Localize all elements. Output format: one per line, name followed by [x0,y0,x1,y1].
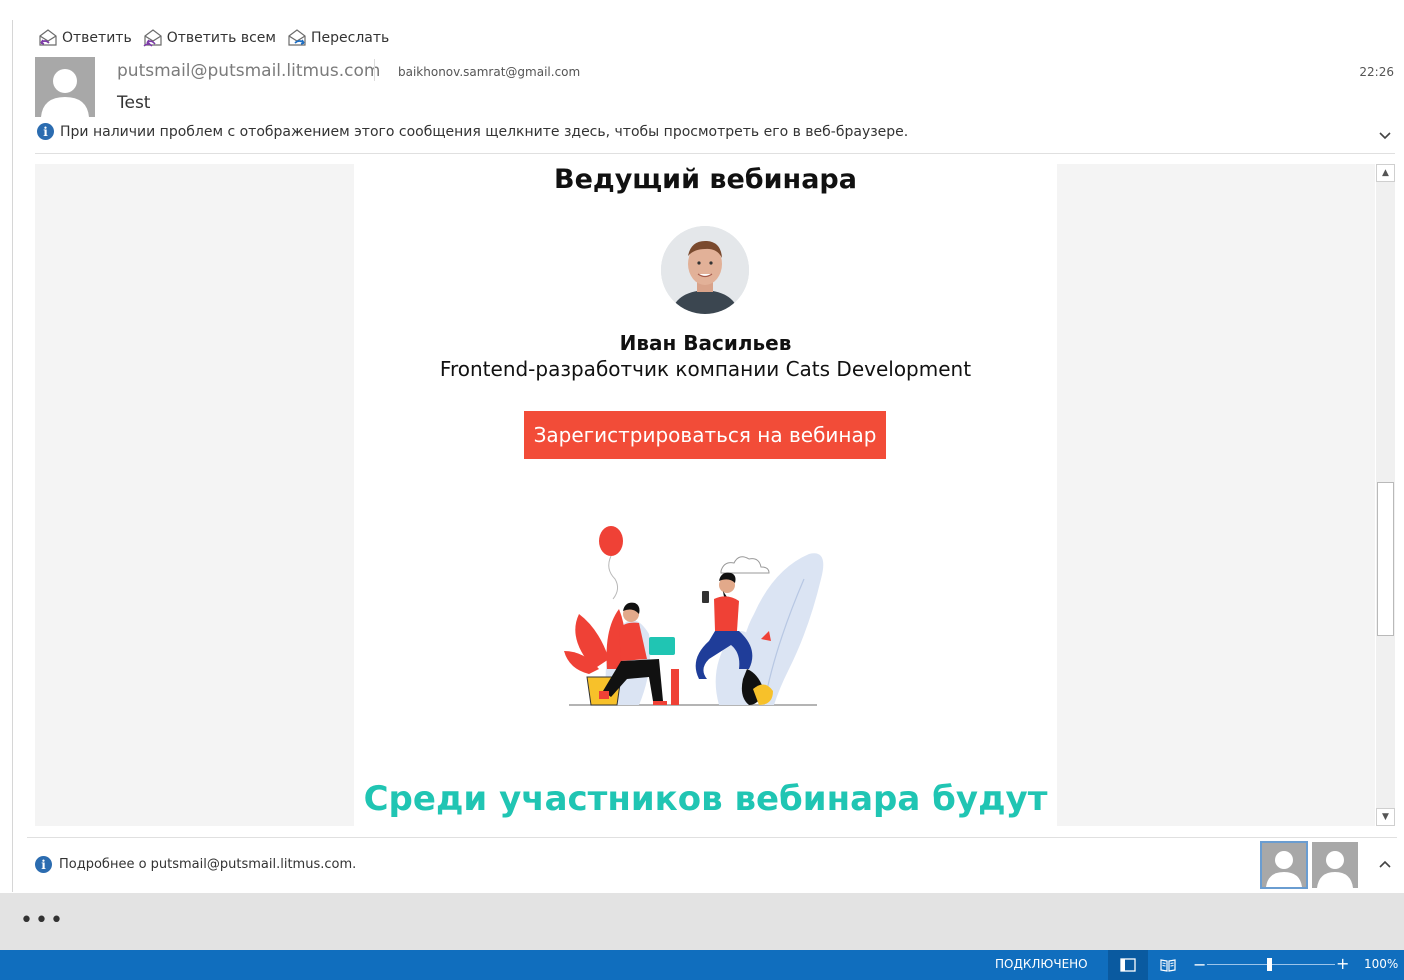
host-photo [661,226,749,314]
people-pane-info[interactable]: i Подробнее о putsmail@putsmail.litmus.c… [35,856,356,873]
host-role: Frontend-разработчик компании Cats Devel… [439,357,972,381]
email-margin-left [35,164,354,826]
normal-view-button[interactable] [1108,950,1148,980]
reply-all-icon [143,29,162,47]
browser-view-infobar[interactable]: i При наличии проблем с отображением это… [37,123,908,140]
received-time: 22:26 [1359,65,1394,79]
recipient-address[interactable]: baikhonov.samrat@gmail.com [398,65,580,79]
info-icon: i [35,856,52,873]
connection-status: ПОДКЛЮЧЕНО [995,957,1088,971]
scroll-down-button[interactable]: ▼ [1376,808,1395,826]
normal-view-icon [1120,958,1136,972]
sender-address[interactable]: putsmail@putsmail.litmus.com [117,61,380,81]
reply-label: Ответить [62,30,132,46]
people-avatar-recipient[interactable] [1312,842,1358,888]
zoom-slider-thumb[interactable] [1267,958,1272,971]
info-icon: i [37,123,54,140]
scroll-up-button[interactable]: ▲ [1376,164,1395,182]
reply-button[interactable]: Ответить [37,27,132,49]
zoom-level[interactable]: 100% [1364,957,1398,971]
reading-view-icon[interactable] [1160,957,1176,973]
people-pane-text: Подробнее о putsmail@putsmail.litmus.com… [59,857,357,872]
forward-label: Переслать [310,30,390,46]
infobar-text: При наличии проблем с отображением этого… [60,123,909,140]
participants-heading: Среди участников вебинара будут [363,779,1048,819]
forward-button[interactable]: Переслать [286,27,389,49]
scroll-thumb[interactable] [1377,482,1394,636]
reply-icon [39,29,57,46]
forward-icon [288,29,306,46]
host-name: Иван Васильев [619,331,792,355]
message-toolbar: Ответить Ответить всем Переслать [37,27,389,49]
chevron-down-icon[interactable] [1378,130,1392,142]
header-separator [35,153,1395,154]
header-divider [374,59,375,81]
host-heading: Ведущий вебинара [554,164,857,195]
reading-pane-border [12,20,13,892]
sender-avatar[interactable] [35,57,95,117]
chevron-up-icon[interactable] [1378,858,1392,870]
message-subject: Test [117,93,151,113]
people-pane-separator [27,837,1397,838]
email-content: Ведущий вебинара Иван Васильев Frontend-… [354,164,1057,826]
email-margin-right [1057,164,1375,826]
webinar-illustration [564,526,824,706]
status-bar: ПОДКЛЮЧЕНО − + 100% [0,950,1404,980]
reply-all-button[interactable]: Ответить всем [142,27,276,49]
more-icon[interactable]: ••• [20,908,65,933]
zoom-out-icon[interactable]: − [1193,955,1206,974]
reply-all-label: Ответить всем [166,30,276,46]
register-button[interactable]: Зарегистрироваться на вебинар [524,411,886,459]
zoom-in-icon[interactable]: + [1336,954,1349,973]
navigation-strip [0,893,1404,950]
people-avatar-sender[interactable] [1260,841,1308,889]
vertical-scrollbar[interactable]: ▲ ▼ [1376,164,1395,826]
